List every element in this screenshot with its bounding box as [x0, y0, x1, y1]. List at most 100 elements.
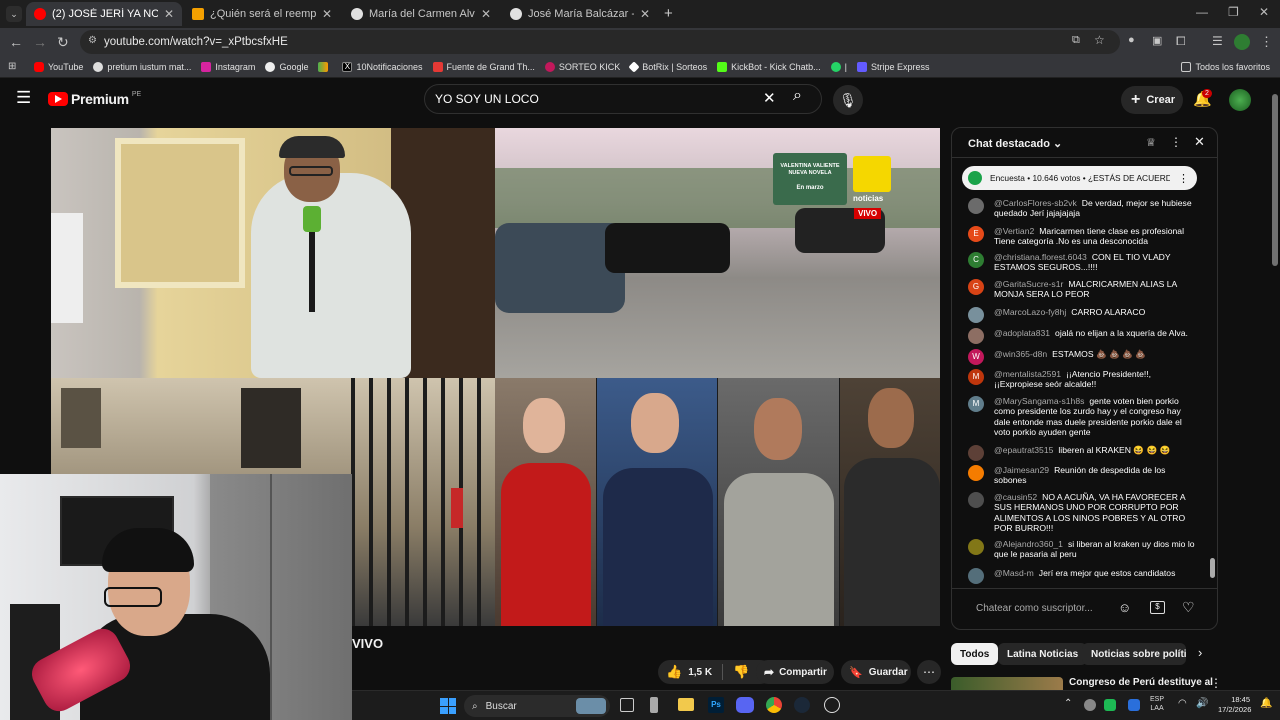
chat-author[interactable]: @Masd-m: [994, 568, 1034, 578]
taskbar-app-icon[interactable]: [650, 697, 658, 713]
wifi-icon[interactable]: ◠: [1178, 698, 1187, 709]
chat-avatar[interactable]: [968, 568, 984, 584]
bookmark-pretium[interactable]: pretium iustum mat...: [93, 61, 191, 72]
scrollbar-thumb[interactable]: [1272, 94, 1278, 266]
chip-noticias-politica[interactable]: Noticias sobre política: [1082, 643, 1186, 665]
close-tab-icon[interactable]: ✕: [322, 7, 332, 21]
reading-list-icon[interactable]: ☰: [1212, 34, 1223, 48]
voice-search-icon[interactable]: 🎙: [833, 85, 863, 115]
chat-avatar[interactable]: [968, 445, 984, 461]
youtube-premium-logo[interactable]: Premium PE: [48, 91, 141, 107]
extension-icon[interactable]: ●: [1128, 34, 1135, 46]
menu-icon[interactable]: ⋮: [1260, 34, 1273, 50]
chat-avatar[interactable]: E: [968, 226, 984, 242]
chat-avatar[interactable]: [968, 328, 984, 344]
chat-author[interactable]: @MarcoLazo-fy8hj: [994, 307, 1066, 317]
all-bookmarks-folder[interactable]: Todos los favoritos: [1181, 61, 1270, 72]
minimize-icon[interactable]: —: [1196, 5, 1208, 19]
volume-icon[interactable]: 🔊: [1196, 698, 1208, 709]
bookmark-instagram[interactable]: Instagram: [201, 61, 255, 72]
chip-todos[interactable]: Todos: [951, 643, 999, 665]
bookmark-pinwheel[interactable]: [318, 61, 332, 72]
extensions-puzzle-icon[interactable]: ⧠: [1176, 34, 1186, 49]
chat-author[interactable]: @CarlosFlores-sb2vk: [994, 198, 1077, 208]
close-tab-icon[interactable]: ✕: [481, 7, 491, 21]
photoshop-icon[interactable]: Ps: [708, 697, 724, 713]
chat-author[interactable]: @mentalista2591: [994, 369, 1061, 379]
forward-icon[interactable]: →: [33, 34, 47, 50]
tab-search-icon[interactable]: ⌄: [6, 6, 22, 22]
dislike-icon[interactable]: 👎: [733, 664, 749, 680]
chat-author[interactable]: @Jaimesan29: [994, 465, 1049, 475]
bookmark-stripe[interactable]: Stripe Express: [857, 61, 930, 72]
chat-author[interactable]: @christiana.florest.6043: [994, 252, 1087, 262]
steam-icon[interactable]: [794, 697, 810, 713]
hamburger-menu-icon[interactable]: ☰: [16, 88, 31, 108]
search-input[interactable]: YO SOY UN LOCO ✕ ⌕: [424, 84, 822, 114]
chat-author[interactable]: @win365-d8n: [994, 349, 1047, 359]
language-indicator[interactable]: ESP LAA: [1150, 695, 1164, 713]
obs-icon[interactable]: [824, 697, 840, 713]
chat-author[interactable]: @GaritaSucre-s1r: [994, 279, 1063, 289]
discord-icon[interactable]: [736, 697, 754, 713]
tab-1[interactable]: (2) JOSÉ JERÍ YA NO ES PRESIDENTE ✕: [26, 2, 182, 26]
windows-start-icon[interactable]: [440, 698, 456, 714]
save-button[interactable]: 🔖 Guardar: [841, 660, 911, 684]
like-count[interactable]: 1,5 K: [688, 667, 712, 678]
tab-4[interactable]: José María Balcázar - Buscar con Google …: [502, 2, 658, 26]
bookmark-botrix[interactable]: BotRix | Sorteos: [628, 60, 707, 73]
address-bar[interactable]: ⚙ youtube.com/watch?v=_xPtbcsfxHE ⧉ ☆: [80, 30, 1120, 54]
notification-center-icon[interactable]: 🔔: [1260, 698, 1272, 709]
bookmark-grand-theft[interactable]: Fuente de Grand Th...: [432, 61, 535, 72]
emoji-icon[interactable]: ☺: [1118, 600, 1131, 615]
chat-avatar[interactable]: [968, 492, 984, 508]
profile-avatar[interactable]: [1234, 34, 1250, 50]
close-tab-icon[interactable]: ✕: [640, 7, 650, 21]
related-menu-icon[interactable]: ⋮: [1210, 676, 1222, 690]
chat-author[interactable]: @causin52: [994, 492, 1037, 502]
poll-menu-icon[interactable]: ⋮: [1178, 172, 1189, 185]
bookmark-youtube[interactable]: YouTube: [34, 61, 83, 72]
task-view-icon[interactable]: [620, 698, 634, 712]
extension-icon[interactable]: ▣: [1152, 34, 1162, 47]
create-button[interactable]: + Crear: [1121, 86, 1183, 114]
tray-app-icon[interactable]: [1128, 699, 1140, 711]
site-info-icon[interactable]: ⚙: [88, 35, 97, 46]
search-icon[interactable]: ⌕: [793, 87, 802, 105]
install-app-icon[interactable]: ⧉: [1072, 34, 1080, 47]
bookmark-google[interactable]: Google: [265, 61, 308, 72]
chat-author[interactable]: @epautrat3515: [994, 445, 1053, 455]
close-window-icon[interactable]: ✕: [1259, 5, 1269, 19]
super-chat-icon[interactable]: $: [1150, 601, 1165, 614]
close-tab-icon[interactable]: ✕: [164, 7, 174, 21]
heart-icon[interactable]: ♡: [1182, 599, 1195, 616]
chat-menu-icon[interactable]: ⋮: [1170, 135, 1182, 149]
page-scrollbar[interactable]: [1270, 80, 1280, 690]
tab-3[interactable]: María del Carmen Alva Prieto - ✕: [343, 2, 499, 26]
clear-search-icon[interactable]: ✕: [763, 89, 776, 107]
tray-chevron-icon[interactable]: ⌃: [1064, 698, 1072, 709]
like-icon[interactable]: 👍: [666, 664, 682, 680]
bookmark-kickbot[interactable]: KickBot - Kick Chatb...: [717, 61, 821, 72]
chat-avatar[interactable]: [968, 198, 984, 214]
new-tab-button[interactable]: +: [664, 5, 673, 22]
chrome-icon[interactable]: [766, 697, 782, 713]
chat-avatar[interactable]: G: [968, 279, 984, 295]
chat-avatar[interactable]: M: [968, 396, 984, 412]
crown-icon[interactable]: ♕: [1146, 136, 1156, 149]
chat-author[interactable]: @adoplata831: [994, 328, 1050, 338]
reload-icon[interactable]: ↻: [57, 34, 69, 51]
poll-banner[interactable]: Encuesta • 10.646 votos • ¿ESTÁS DE ACUE…: [962, 166, 1197, 190]
close-chat-icon[interactable]: ✕: [1194, 134, 1205, 150]
tray-app-icon[interactable]: [1084, 699, 1096, 711]
related-video-title[interactable]: Congreso de Perú destituye al: [1069, 677, 1213, 688]
chat-avatar[interactable]: [968, 307, 984, 323]
bookmark-sorteo-kick[interactable]: SORTEO KICK: [544, 61, 620, 72]
bookmark-whatsapp[interactable]: |: [830, 61, 847, 72]
chevron-right-icon[interactable]: ›: [1198, 645, 1202, 660]
tab-2[interactable]: ¿Quién será el reemplazo de José Jerí ✕: [184, 2, 340, 26]
chat-avatar[interactable]: [968, 465, 984, 481]
bookmark-star-icon[interactable]: ☆: [1094, 33, 1105, 47]
bookmark-10notificaciones[interactable]: X 10Notificaciones: [342, 61, 423, 72]
back-icon[interactable]: ←: [9, 34, 23, 50]
